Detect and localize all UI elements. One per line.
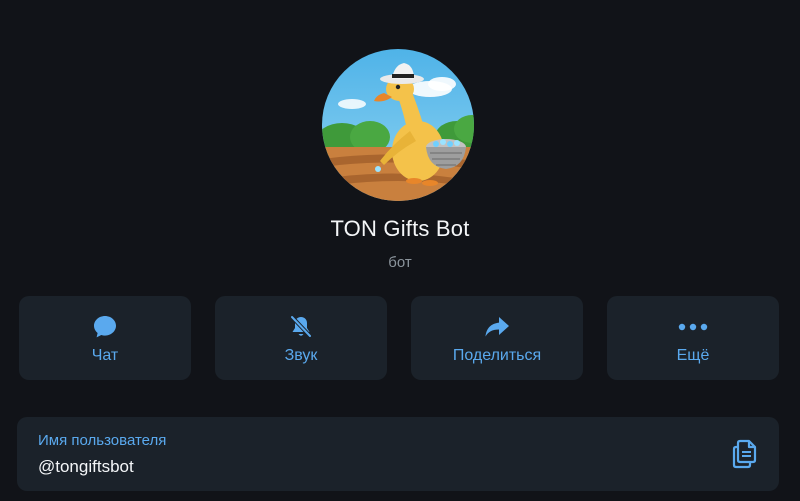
more-button-label: Ещё — [676, 347, 710, 364]
share-button-label: Поделиться — [452, 347, 542, 364]
chat-button-label: Чат — [91, 347, 119, 364]
username-card[interactable]: Имя пользователя @tongiftsbot — [17, 417, 779, 491]
sound-button[interactable]: Звук — [215, 296, 387, 380]
profile-subtitle: бот — [388, 254, 412, 271]
chat-bubble-icon — [19, 313, 191, 341]
sound-button-label: Звук — [284, 347, 318, 364]
profile-actions: Чат Звук Поделиться Ещё — [19, 296, 779, 380]
more-button[interactable]: Ещё — [607, 296, 779, 380]
profile-avatar[interactable] — [322, 49, 474, 201]
username-label: Имя пользователя — [38, 432, 167, 449]
share-button[interactable]: Поделиться — [411, 296, 583, 380]
share-arrow-icon — [411, 313, 583, 341]
more-dots-icon — [607, 313, 779, 341]
chat-button[interactable]: Чат — [19, 296, 191, 380]
copy-icon[interactable] — [731, 439, 759, 469]
bell-muted-icon — [215, 313, 387, 341]
username-value[interactable]: @tongiftsbot — [38, 457, 134, 477]
profile-name: TON Gifts Bot — [330, 216, 470, 241]
